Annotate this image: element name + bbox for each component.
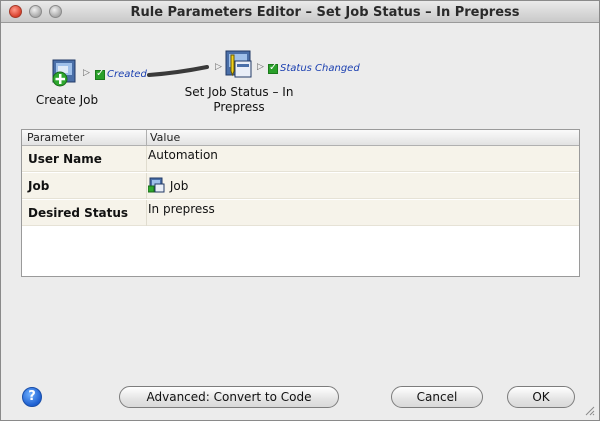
window-title: Rule Parameters Editor – Set Job Status …	[130, 5, 520, 20]
value-job-text: Job	[169, 179, 189, 193]
parameters-table: Parameter Value User Name Automation Job…	[21, 129, 580, 277]
arrow-right-icon: ▷	[83, 67, 90, 77]
arrow-right-icon: ▷	[257, 61, 264, 71]
rule-flow-diagram: ▷ Created ▷ ▷ Status Changed Create Job …	[1, 23, 599, 123]
close-window-button[interactable]	[9, 5, 22, 18]
create-job-label: Create Job	[35, 93, 99, 107]
resize-grip-icon[interactable]	[585, 406, 595, 416]
minimize-window-button[interactable]	[29, 5, 42, 18]
set-job-status-icon[interactable]	[223, 49, 255, 81]
value-job[interactable]: Job	[147, 177, 189, 193]
table-row[interactable]: User Name Automation	[22, 146, 579, 172]
status-changed-event-label[interactable]: Status Changed	[280, 63, 360, 74]
arrow-right-icon: ▷	[215, 61, 222, 71]
table-row[interactable]: Job Job	[22, 173, 579, 199]
set-job-status-label: Set Job Status – In Prepress	[169, 85, 309, 115]
column-divider	[146, 130, 147, 146]
status-changed-check-icon	[268, 62, 278, 74]
zoom-window-button[interactable]	[49, 5, 62, 18]
param-job: Job	[28, 179, 50, 193]
job-icon	[147, 177, 165, 193]
advanced-convert-to-code-button[interactable]: Advanced: Convert to Code	[119, 386, 339, 408]
table-header: Parameter Value	[22, 130, 579, 146]
create-job-icon[interactable]	[49, 57, 81, 89]
created-check-icon	[95, 68, 105, 80]
set-job-status-label-line2: Prepress	[213, 100, 265, 114]
cancel-button[interactable]: Cancel	[391, 386, 483, 408]
rule-parameters-editor-window: Rule Parameters Editor – Set Job Status …	[0, 0, 600, 421]
table-row[interactable]: Desired Status In prepress	[22, 200, 579, 226]
connector-line	[147, 65, 209, 77]
title-bar[interactable]: Rule Parameters Editor – Set Job Status …	[1, 1, 599, 23]
set-job-status-label-line1: Set Job Status – In	[184, 85, 294, 99]
param-user-name: User Name	[28, 152, 102, 166]
param-desired-status: Desired Status	[28, 206, 129, 220]
created-event-label[interactable]: Created	[107, 69, 147, 80]
column-header-parameter[interactable]: Parameter	[27, 131, 84, 144]
help-button[interactable]: ?	[22, 387, 42, 407]
value-user-name[interactable]: Automation	[148, 148, 218, 162]
column-header-value[interactable]: Value	[150, 131, 180, 144]
value-desired-status[interactable]: In prepress	[148, 202, 215, 216]
ok-button[interactable]: OK	[507, 386, 575, 408]
